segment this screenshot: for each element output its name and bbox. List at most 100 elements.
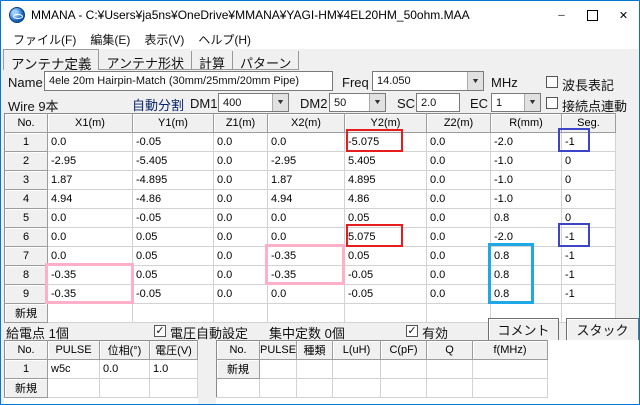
cell[interactable]: -0.05 xyxy=(344,284,427,304)
cell[interactable]: 0.0 xyxy=(47,208,133,228)
cell[interactable]: 0.0 xyxy=(426,227,491,247)
cell[interactable]: 0.0 xyxy=(426,208,491,228)
cell[interactable] xyxy=(426,378,473,398)
cell[interactable]: -0.05 xyxy=(132,284,214,304)
cell[interactable]: 0.05 xyxy=(344,208,427,228)
cell[interactable]: 0.0 xyxy=(426,284,491,304)
cell[interactable]: 0.0 xyxy=(426,246,491,266)
cell[interactable] xyxy=(296,359,333,379)
cell[interactable] xyxy=(296,378,333,398)
cell[interactable]: -0.35 xyxy=(47,265,133,285)
ec-combo[interactable]: 1 xyxy=(491,93,541,112)
cell[interactable]: 0.0 xyxy=(47,227,133,247)
menu-view[interactable]: 表示(V) xyxy=(137,29,191,50)
cell[interactable] xyxy=(344,303,427,323)
tab-calculate[interactable]: 計算 xyxy=(191,51,233,71)
cell[interactable]: 0.0 xyxy=(426,189,491,209)
cell[interactable]: 0.0 xyxy=(426,170,491,190)
cell[interactable]: 0.0 xyxy=(213,151,268,171)
dm1-combo[interactable]: 400 xyxy=(218,93,289,112)
maximize-button[interactable] xyxy=(577,1,608,29)
row-number-cell[interactable]: 1 xyxy=(4,132,48,152)
cell[interactable] xyxy=(380,359,427,379)
tab-antenna-definition[interactable]: アンテナ定義 xyxy=(3,49,100,72)
cell[interactable]: -2.95 xyxy=(47,151,133,171)
cell[interactable] xyxy=(213,303,268,323)
cell[interactable]: -1.0 xyxy=(490,189,562,209)
cell[interactable]: 0 xyxy=(561,208,616,228)
cell[interactable]: 0.0 xyxy=(213,227,268,247)
cell[interactable]: 0 xyxy=(561,189,616,209)
connect-points-checkbox[interactable] xyxy=(546,97,558,109)
cell[interactable]: 0.0 xyxy=(213,208,268,228)
cell[interactable]: 5.405 xyxy=(344,151,427,171)
cell[interactable] xyxy=(426,303,491,323)
cell[interactable]: 0.0 xyxy=(213,189,268,209)
cell[interactable]: -0.35 xyxy=(267,265,345,285)
cell[interactable] xyxy=(132,303,214,323)
dm2-combo[interactable]: 50 xyxy=(329,93,386,112)
row-number-cell[interactable]: 新規 xyxy=(4,378,48,398)
cell[interactable]: -0.05 xyxy=(344,265,427,285)
chevron-down-icon[interactable] xyxy=(369,94,385,111)
title-bar[interactable]: MMANA - C:¥Users¥ja5ns¥OneDrive¥MMANA¥YA… xyxy=(1,1,639,29)
tab-antenna-shape[interactable]: アンテナ形状 xyxy=(99,51,192,71)
row-number-cell[interactable]: 8 xyxy=(4,265,48,285)
chevron-down-icon[interactable] xyxy=(467,72,483,90)
cell[interactable]: 0.0 xyxy=(267,132,345,152)
cell[interactable]: 4.94 xyxy=(267,189,345,209)
cell[interactable]: 1.87 xyxy=(47,170,133,190)
cell[interactable] xyxy=(216,378,260,398)
cell[interactable] xyxy=(47,303,133,323)
row-number-cell[interactable]: 1 xyxy=(4,359,48,379)
cell[interactable]: -0.35 xyxy=(267,246,345,266)
cell[interactable]: -4.86 xyxy=(132,189,214,209)
cell[interactable] xyxy=(472,378,548,398)
cell[interactable]: -5.075 xyxy=(344,132,427,152)
cell[interactable]: -4.895 xyxy=(132,170,214,190)
chevron-down-icon[interactable] xyxy=(524,94,540,111)
cell[interactable]: -0.35 xyxy=(47,284,133,304)
cell[interactable]: 0.05 xyxy=(132,246,214,266)
cell[interactable] xyxy=(259,359,297,379)
cell[interactable]: -0.05 xyxy=(132,208,214,228)
tab-pattern[interactable]: パターン xyxy=(232,51,300,71)
cell[interactable]: 0.0 xyxy=(267,208,345,228)
cell[interactable] xyxy=(332,359,381,379)
cell[interactable]: 0.0 xyxy=(267,227,345,247)
cell[interactable] xyxy=(259,378,297,398)
cell[interactable] xyxy=(149,378,198,398)
wavelength-checkbox[interactable] xyxy=(546,76,558,88)
cell[interactable] xyxy=(332,378,381,398)
comment-button[interactable]: コメント xyxy=(488,318,559,341)
cell[interactable]: 0.0 xyxy=(47,132,133,152)
cell[interactable]: 0.0 xyxy=(99,359,150,379)
cell[interactable] xyxy=(426,359,473,379)
cell[interactable]: 0.8 xyxy=(490,284,562,304)
stack-button[interactable]: スタック xyxy=(566,318,639,341)
row-number-cell[interactable]: 新規 xyxy=(4,303,48,323)
cell[interactable]: 0.0 xyxy=(213,246,268,266)
cell[interactable]: 0.8 xyxy=(490,265,562,285)
cell[interactable]: -1 xyxy=(561,265,616,285)
cell[interactable]: -5.405 xyxy=(132,151,214,171)
cell[interactable]: 1.0 xyxy=(149,359,198,379)
cell[interactable]: 0.8 xyxy=(490,208,562,228)
menu-edit[interactable]: 編集(E) xyxy=(83,29,137,50)
cell[interactable]: 4.895 xyxy=(344,170,427,190)
row-number-cell[interactable]: 新規 xyxy=(216,359,260,379)
row-number-cell[interactable]: 7 xyxy=(4,246,48,266)
chevron-down-icon[interactable] xyxy=(272,94,288,111)
cell[interactable]: -2.0 xyxy=(490,132,562,152)
cell[interactable]: -1.0 xyxy=(490,170,562,190)
cell[interactable]: -2.0 xyxy=(490,227,562,247)
freq-combo[interactable]: 14.050 xyxy=(372,71,484,91)
cell[interactable]: 1.87 xyxy=(267,170,345,190)
cell[interactable]: 0.0 xyxy=(267,284,345,304)
cell[interactable]: 5.075 xyxy=(344,227,427,247)
menu-file[interactable]: ファイル(F) xyxy=(6,29,83,50)
row-number-cell[interactable]: 5 xyxy=(4,208,48,228)
cell[interactable]: 0.8 xyxy=(490,246,562,266)
cell[interactable]: -1 xyxy=(561,227,616,247)
row-number-cell[interactable]: 6 xyxy=(4,227,48,247)
